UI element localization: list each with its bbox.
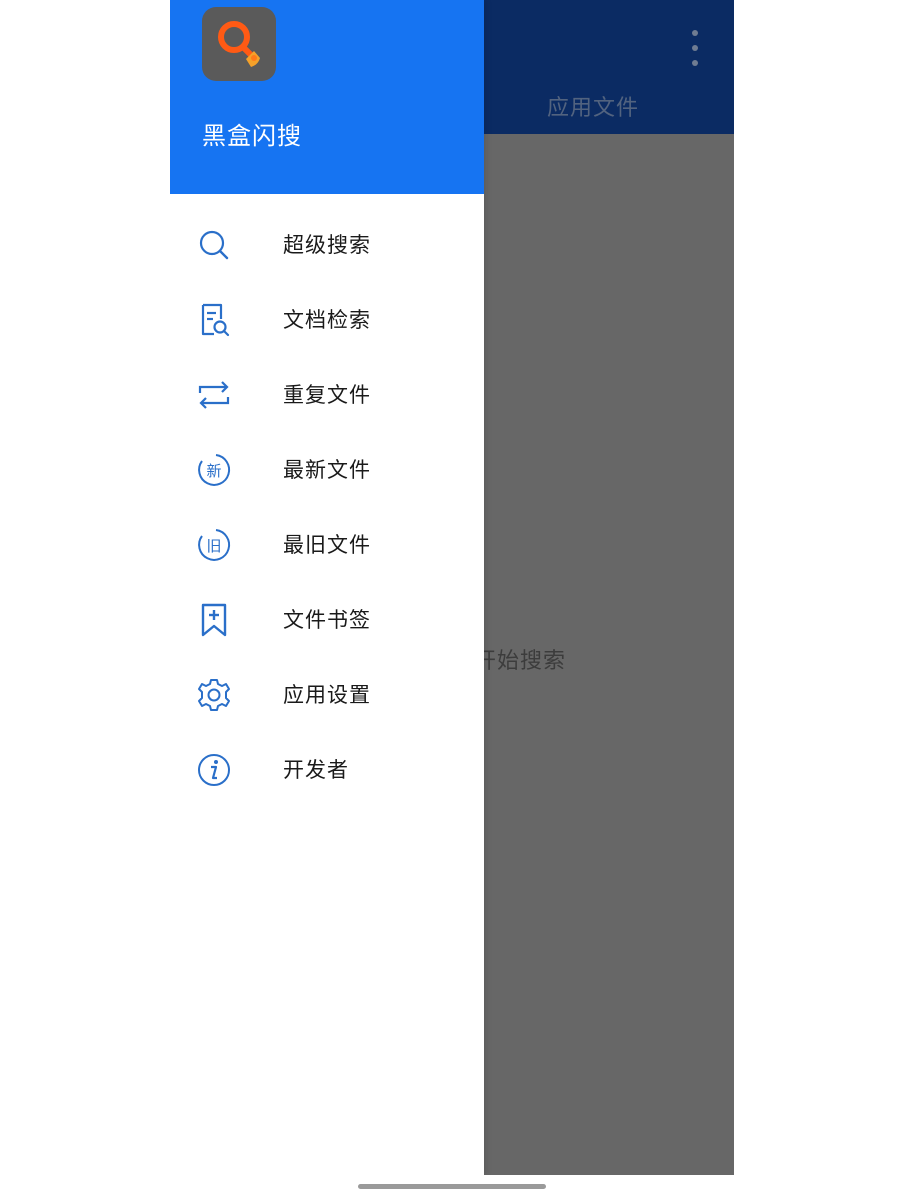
- repeat-arrows-icon: [196, 377, 232, 413]
- home-indicator[interactable]: [358, 1184, 546, 1189]
- drawer-item-label: 最旧文件: [283, 533, 371, 557]
- tab-app-files[interactable]: 应用文件: [540, 90, 646, 122]
- search-icon: [196, 227, 232, 263]
- old-badge-icon: 旧: [196, 527, 232, 563]
- new-badge-icon: 新: [196, 452, 232, 488]
- drawer-item-label: 重复文件: [283, 383, 371, 407]
- bookmark-add-icon: [196, 602, 232, 638]
- document-search-icon: [196, 302, 232, 338]
- drawer-item-file-bookmarks[interactable]: 文件书签: [170, 582, 484, 657]
- drawer-item-label: 最新文件: [283, 458, 371, 482]
- drawer-item-label: 应用设置: [283, 683, 371, 707]
- navigation-drawer: 黑盒闪搜 超级搜索 文档检索 重复文件 新 最新文件 旧 最旧文件 文件书签 应…: [170, 0, 484, 1175]
- drawer-item-label: 文件书签: [283, 608, 371, 632]
- svg-text:旧: 旧: [206, 537, 221, 555]
- phone-screen: 应用文件 开始搜索 黑盒闪搜 超级搜索 文档检索 重复文件 新 最新文件 旧 最…: [170, 0, 734, 1175]
- drawer-item-document-search[interactable]: 文档检索: [170, 282, 484, 357]
- drawer-item-newest-files[interactable]: 新 最新文件: [170, 432, 484, 507]
- drawer-item-developer[interactable]: 开发者: [170, 732, 484, 807]
- drawer-item-label: 开发者: [283, 758, 349, 782]
- drawer-item-oldest-files[interactable]: 旧 最旧文件: [170, 507, 484, 582]
- drawer-menu: 超级搜索 文档检索 重复文件 新 最新文件 旧 最旧文件 文件书签 应用设置 开…: [170, 207, 484, 807]
- drawer-header: 黑盒闪搜: [170, 0, 484, 194]
- gear-icon: [196, 677, 232, 713]
- svg-text:新: 新: [206, 462, 221, 480]
- drawer-item-label: 超级搜索: [283, 233, 371, 257]
- more-vertical-icon[interactable]: [684, 30, 706, 66]
- magnifier-logo-icon: [202, 7, 276, 81]
- drawer-item-app-settings[interactable]: 应用设置: [170, 657, 484, 732]
- drawer-item-super-search[interactable]: 超级搜索: [170, 207, 484, 282]
- drawer-item-label: 文档检索: [283, 308, 371, 332]
- app-name: 黑盒闪搜: [202, 122, 302, 150]
- drawer-item-duplicate-files[interactable]: 重复文件: [170, 357, 484, 432]
- info-icon: [196, 752, 232, 788]
